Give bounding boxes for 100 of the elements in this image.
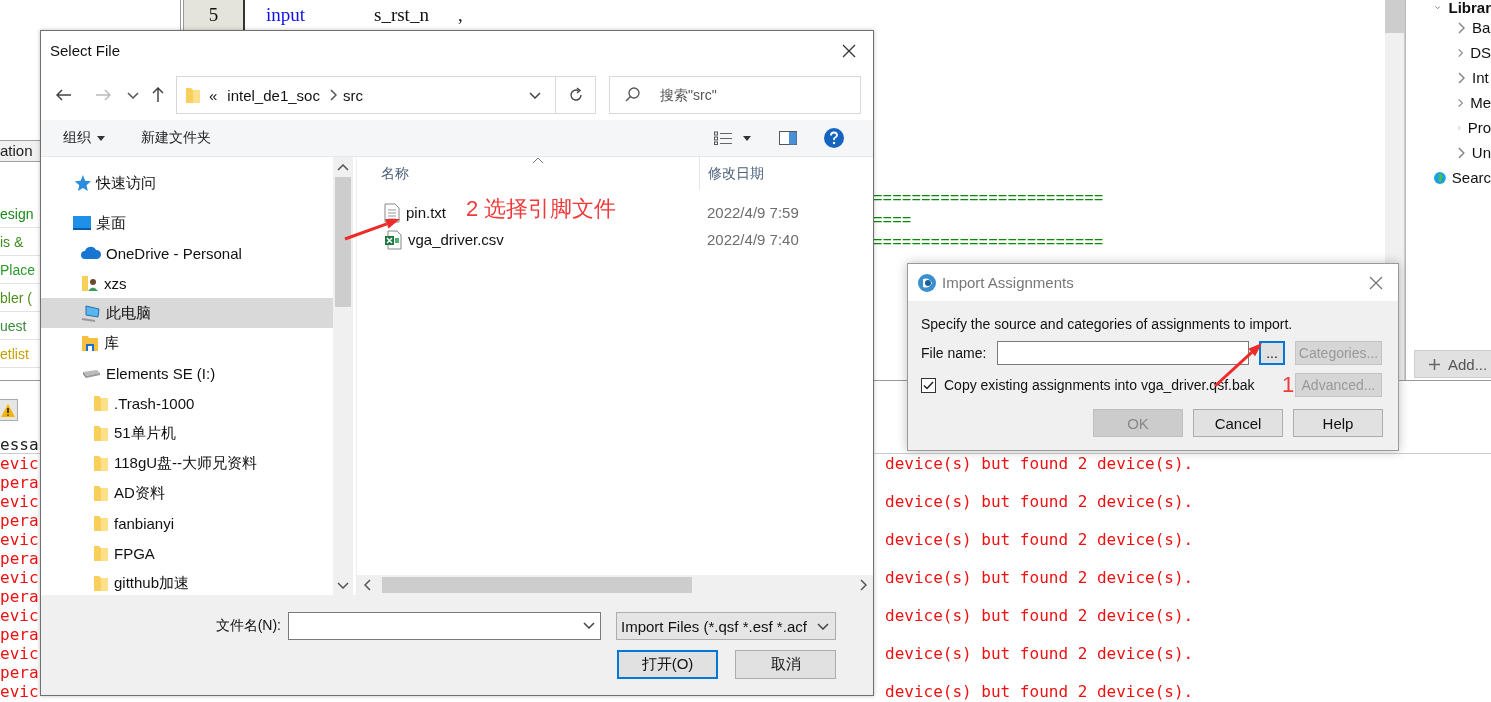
- back-arrow-icon: [56, 89, 72, 101]
- file-item[interactable]: vga_driver.csv: [357, 229, 504, 250]
- nav-item[interactable]: xzs: [41, 268, 333, 298]
- spreadsheet-file-icon: [384, 229, 402, 250]
- nav-item[interactable]: OneDrive - Personal: [41, 238, 333, 268]
- folder-icon: [93, 394, 109, 412]
- address-bar[interactable]: « intel_de1_soc src: [176, 76, 596, 114]
- help-icon: [824, 128, 844, 148]
- chevron-down-icon: [1435, 4, 1441, 11]
- tree-item[interactable]: Me: [1406, 90, 1491, 115]
- checkbox[interactable]: [921, 377, 936, 393]
- path-segment[interactable]: src: [342, 86, 363, 104]
- message-text: pera: [0, 549, 39, 568]
- nav-item[interactable]: FPGA: [41, 538, 333, 568]
- tree-item[interactable]: Un: [1406, 140, 1491, 165]
- nav-item[interactable]: 库: [41, 328, 333, 358]
- scroll-thumb[interactable]: [382, 577, 692, 593]
- search-field[interactable]: 搜索"src": [609, 76, 861, 114]
- nav-item[interactable]: 桌面: [41, 208, 333, 238]
- message-text: device(s) but found 2 device(s).: [885, 492, 1194, 511]
- message-text: pera: [0, 625, 39, 644]
- pane-icon: [779, 131, 797, 145]
- path-overflow[interactable]: «: [209, 86, 218, 104]
- nav-item[interactable]: gitthub加速: [41, 568, 333, 595]
- cancel-button[interactable]: 取消: [735, 650, 836, 679]
- tree-item[interactable]: Searc: [1406, 165, 1491, 190]
- file-date: 2022/4/9 7:59: [706, 204, 800, 221]
- message-text: evic: [0, 454, 39, 473]
- message-text: evic: [0, 530, 39, 549]
- code-comment: ========================: [873, 233, 1105, 254]
- chevron-down-icon: [529, 91, 541, 99]
- dialog-button[interactable]: Help: [1293, 409, 1383, 437]
- message-text: device(s) but found 2 device(s).: [885, 454, 1194, 473]
- open-button[interactable]: 打开(O): [617, 650, 719, 679]
- window-title: Import Assignments: [942, 274, 1074, 291]
- new-folder-button[interactable]: 新建文件夹: [141, 129, 211, 147]
- scrollbar[interactable]: [333, 157, 353, 595]
- file-type-dropdown[interactable]: Import Files (*.qsf *.esf *.acf: [616, 612, 836, 640]
- details-view-icon: [714, 131, 732, 145]
- window-title: Select File: [50, 42, 121, 59]
- chevron-down-icon: [817, 622, 829, 630]
- up-arrow-icon: [152, 87, 164, 103]
- add-button[interactable]: Add...: [1414, 350, 1491, 378]
- nav-item[interactable]: AD资料: [41, 478, 333, 508]
- nav-item[interactable]: fanbianyi: [41, 508, 333, 538]
- close-icon: [1369, 275, 1383, 290]
- help-button[interactable]: [824, 126, 844, 150]
- folder-icon: [93, 574, 109, 592]
- scroll-left-icon: [363, 579, 371, 591]
- chevron-right-icon: [1458, 46, 1464, 59]
- browse-button[interactable]: ...: [1259, 341, 1285, 365]
- file-name-field[interactable]: [288, 612, 601, 640]
- chevron-down-icon: [127, 91, 139, 99]
- user-folder-icon: [81, 274, 99, 292]
- cloud-icon: [81, 246, 101, 260]
- task-item[interactable]: uest: [0, 317, 27, 334]
- column-header[interactable]: 修改日期: [699, 157, 873, 190]
- scroll-thumb[interactable]: [335, 177, 351, 307]
- search-icon: [625, 87, 640, 102]
- nav-item[interactable]: 此电脑: [41, 298, 333, 328]
- code-comment: ====: [873, 211, 913, 232]
- message-text: device(s) but found 2 device(s).: [885, 606, 1194, 625]
- scroll-down-icon: [337, 581, 349, 589]
- task-item[interactable]: bler (: [0, 289, 32, 306]
- tree-item[interactable]: Pro: [1406, 115, 1491, 140]
- task-item[interactable]: esign: [0, 205, 34, 222]
- task-item[interactable]: is &: [0, 233, 24, 250]
- nav-item[interactable]: 快速访问: [41, 168, 333, 198]
- plus-icon: [1429, 358, 1440, 370]
- field-label: 文件名(N):: [215, 617, 282, 635]
- warning-icon: [0, 402, 16, 418]
- scroll-right-icon: [859, 579, 867, 591]
- scroll-thumb[interactable]: [1385, 0, 1404, 33]
- tree-item[interactable]: Int: [1406, 65, 1491, 90]
- library-icon: [81, 334, 99, 352]
- desktop-icon: [73, 215, 91, 231]
- folder-icon: [185, 86, 201, 104]
- nav-item[interactable]: .Trash-1000: [41, 388, 333, 418]
- close-icon: [842, 43, 856, 58]
- computer-icon: [81, 304, 101, 322]
- code-text: s_rst_n: [374, 3, 430, 27]
- message-text: evic: [0, 682, 39, 701]
- organize-menu[interactable]: 组织: [63, 129, 105, 147]
- file-name-field[interactable]: [997, 341, 1249, 365]
- scroll-up-icon: [337, 163, 349, 171]
- chevron-right-icon: [1458, 146, 1465, 159]
- scrollbar[interactable]: [357, 575, 873, 595]
- path-segment[interactable]: intel_de1_soc: [227, 86, 320, 104]
- column-header[interactable]: 名称: [357, 157, 699, 190]
- code-keyword: input: [266, 3, 307, 27]
- tree-heading[interactable]: Librar: [1448, 0, 1491, 15]
- code-text: ,: [458, 3, 464, 27]
- warning-filter-button[interactable]: [0, 399, 18, 421]
- dialog-button[interactable]: Cancel: [1193, 409, 1283, 437]
- message-text: evic: [0, 492, 39, 511]
- tree-item[interactable]: Ba: [1406, 15, 1491, 40]
- nav-item[interactable]: Elements SE (I:): [41, 358, 333, 388]
- tree-item[interactable]: DS: [1406, 40, 1491, 65]
- task-item[interactable]: Place: [0, 261, 36, 278]
- chevron-right-icon: [1458, 96, 1464, 109]
